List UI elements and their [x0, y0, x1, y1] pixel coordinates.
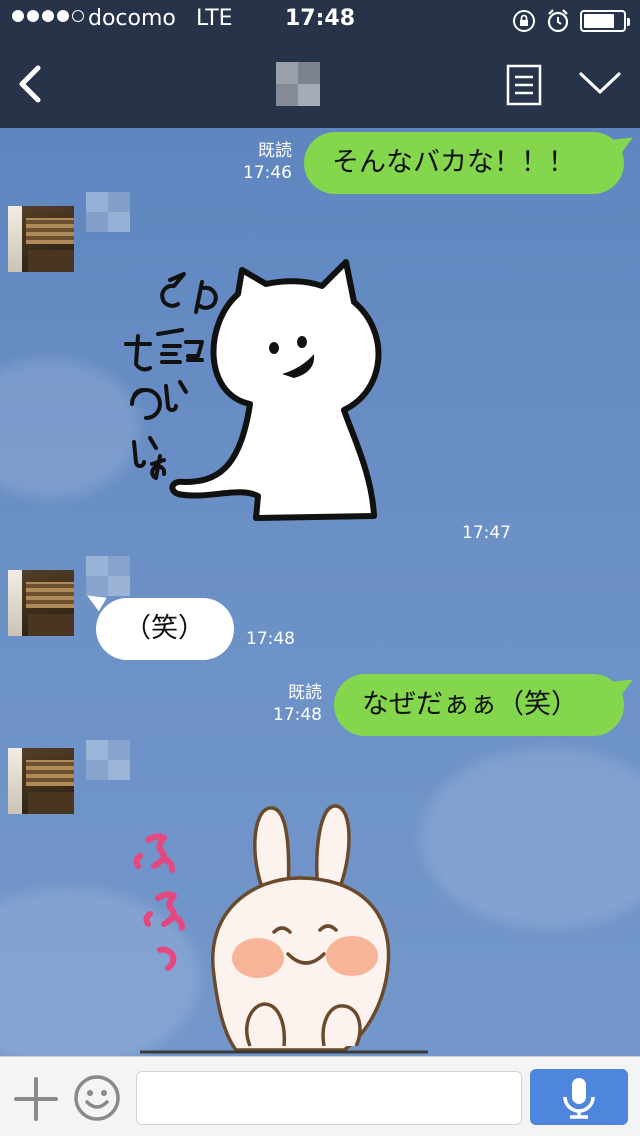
sent-message-bubble[interactable]: なぜだぁぁ（笑） — [334, 674, 624, 736]
message-time: 17:46 — [243, 163, 292, 183]
sender-name — [86, 192, 130, 232]
sender-avatar[interactable] — [8, 206, 74, 272]
collapse-button[interactable] — [578, 68, 622, 98]
microphone-button[interactable] — [530, 1069, 628, 1125]
rotation-lock-icon — [513, 10, 535, 32]
read-receipt: 既読 — [258, 141, 292, 161]
battery-icon — [580, 10, 630, 32]
back-button[interactable] — [10, 60, 50, 108]
read-receipt: 既読 — [288, 683, 322, 703]
alarm-icon — [547, 9, 569, 33]
sent-message-bubble[interactable]: そんなバカな！！！ — [304, 132, 624, 194]
sender-name — [86, 740, 130, 780]
clock: 17:48 — [284, 6, 356, 31]
sender-avatar[interactable] — [8, 570, 74, 636]
message-time: 17:48 — [246, 629, 295, 649]
microphone-icon — [563, 1078, 595, 1119]
bunny-sticker[interactable] — [124, 800, 444, 1056]
received-message-bubble[interactable]: （笑） — [96, 598, 234, 660]
sender-avatar[interactable] — [8, 748, 74, 814]
cat-sticker[interactable] — [108, 254, 428, 526]
message-meta: 既読 17:48 — [262, 682, 322, 726]
message-time: 17:48 — [273, 705, 322, 725]
status-bar: docomo LTE 17:48 — [0, 0, 640, 40]
message-time: 17:47 — [462, 523, 511, 543]
message-input-bar — [0, 1056, 640, 1136]
chat-header — [0, 40, 640, 128]
background-cloud — [420, 748, 640, 928]
plus-button[interactable] — [14, 1077, 58, 1121]
contact-avatar[interactable] — [276, 62, 320, 106]
menu-button[interactable] — [506, 64, 542, 106]
message-meta: 既読 17:46 — [230, 140, 292, 184]
chat-area[interactable]: 既読 17:46 そんなバカな！！！ 17:47 （笑） 17:48 既読 17… — [0, 128, 640, 1056]
message-text-input[interactable] — [136, 1071, 522, 1125]
emoji-button[interactable] — [72, 1073, 122, 1123]
